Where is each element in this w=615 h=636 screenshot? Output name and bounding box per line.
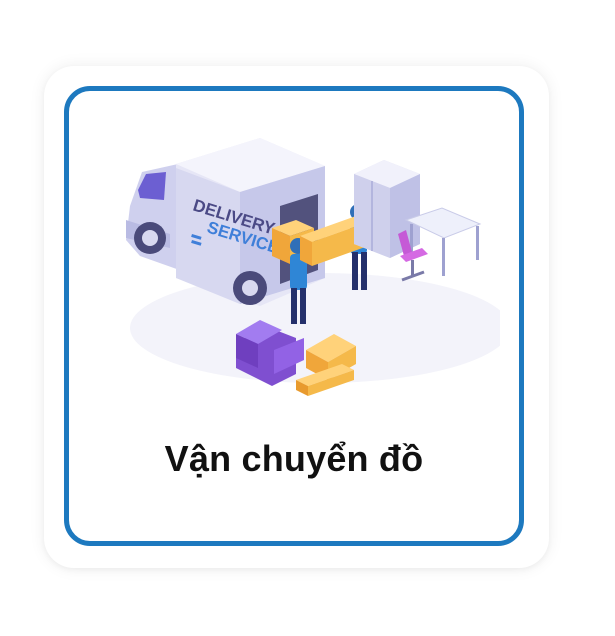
moving-truck-illustration: DELIVERY SERVICE xyxy=(126,138,500,396)
service-title: Vận chuyển đồ xyxy=(164,438,424,479)
